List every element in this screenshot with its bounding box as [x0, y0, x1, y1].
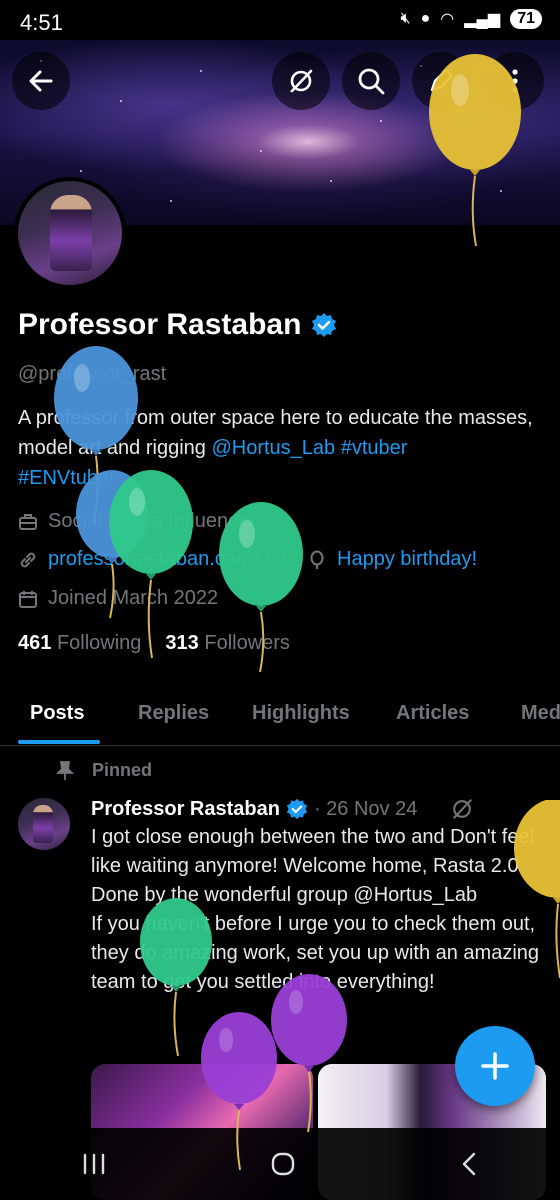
post-header: Professor Rastaban · 26 Nov 24: [91, 796, 475, 822]
battery-badge: 71: [510, 9, 542, 29]
post-author[interactable]: Professor Rastaban: [91, 798, 280, 821]
profile-display-name: Professor Rastaban: [18, 308, 302, 341]
calendar-icon: [18, 589, 38, 609]
back-arrow-icon: [29, 70, 53, 92]
purple-balloon-2: [201, 1012, 277, 1171]
system-nav-bar: [0, 1128, 560, 1200]
post-date[interactable]: · 26 Nov 24: [314, 798, 417, 821]
back-nav-icon[interactable]: [459, 1151, 479, 1177]
following-count: 461: [18, 632, 52, 654]
grok-icon: [290, 69, 313, 93]
link-icon: [18, 550, 38, 570]
yellow-balloon: [429, 54, 521, 247]
tab-media[interactable]: Med: [521, 702, 560, 725]
balloon-icon: [307, 550, 327, 570]
mute-icon: 🔇︎: [400, 10, 411, 27]
profile-tabs: Posts Replies Highlights Articles Med: [0, 690, 560, 746]
tab-replies[interactable]: Replies: [138, 702, 209, 725]
yellow-balloon-2: [514, 800, 560, 979]
recent-apps-icon[interactable]: [81, 1152, 107, 1176]
status-icons: 🔇︎ ● ◠ ▂▄▆ 71: [401, 9, 542, 29]
green-balloon: [109, 470, 193, 659]
pin-icon: [56, 760, 74, 780]
status-time: 4:51: [20, 10, 63, 35]
birthday-link[interactable]: Happy birthday!: [337, 548, 477, 571]
purple-balloon: [271, 974, 347, 1133]
bio-hashtag-vtuber[interactable]: #vtuber: [341, 437, 408, 459]
status-bar: 4:51 🔇︎ ● ◠ ▂▄▆ 71: [0, 0, 560, 40]
post-avatar[interactable]: [18, 798, 70, 850]
bio-mention-link[interactable]: @Hortus_Lab: [211, 437, 335, 459]
profile-name-row: Professor Rastaban: [18, 308, 337, 342]
grok-button[interactable]: [272, 52, 330, 110]
tab-articles[interactable]: Articles: [396, 702, 469, 725]
briefcase-icon: [18, 512, 38, 532]
green-balloon-2: [219, 502, 303, 673]
profile-avatar[interactable]: [14, 177, 126, 289]
signal-icon: ▂▄▆: [464, 11, 501, 28]
compose-icon: [481, 1052, 509, 1080]
verified-icon[interactable]: [311, 312, 337, 338]
tab-highlights[interactable]: Highlights: [252, 702, 350, 725]
pinned-label-row: Pinned: [56, 760, 152, 781]
location-icon: ●: [420, 10, 431, 27]
verified-icon: [286, 798, 308, 820]
search-icon: [358, 68, 385, 95]
active-tab-indicator: [18, 740, 100, 744]
back-button[interactable]: [12, 52, 70, 110]
compose-button[interactable]: [455, 1026, 535, 1106]
pinned-label: Pinned: [92, 760, 153, 780]
tab-posts[interactable]: Posts: [30, 702, 84, 725]
grok-icon[interactable]: [449, 796, 475, 822]
wifi-icon: ◠: [440, 11, 455, 28]
search-button[interactable]: [342, 52, 400, 110]
